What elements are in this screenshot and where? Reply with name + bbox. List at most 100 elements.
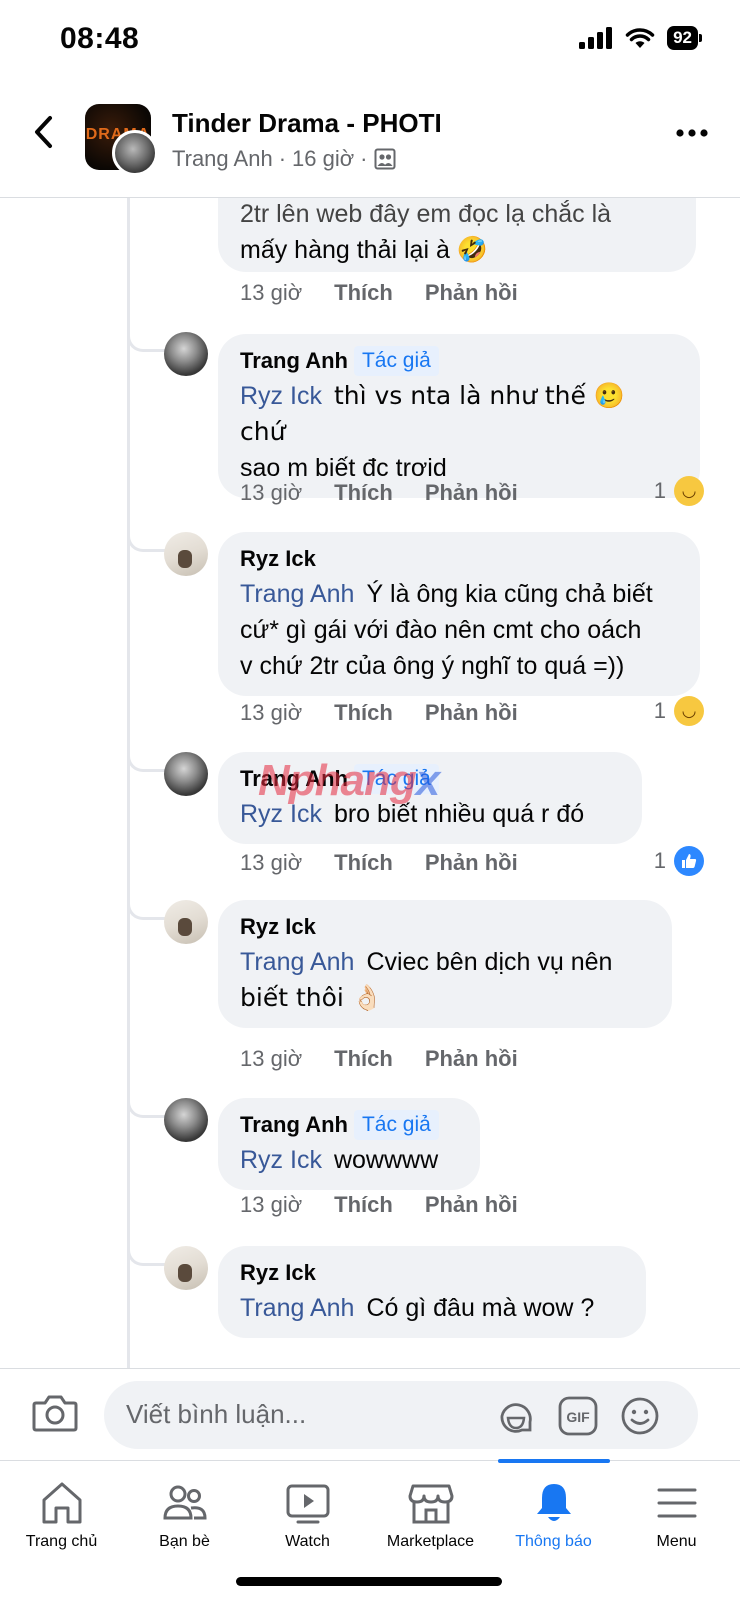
reply-button[interactable]: Phản hồi xyxy=(425,1046,518,1072)
thread-connector xyxy=(127,332,165,352)
comment-bubble[interactable]: Ryz Ick Trang Anh Có gì đâu mà wow ? xyxy=(218,1246,646,1338)
meta-separator: · xyxy=(278,146,287,171)
gif-button[interactable]: GIF xyxy=(558,1396,598,1436)
nav-menu[interactable]: Menu xyxy=(615,1461,738,1561)
avatar[interactable] xyxy=(164,532,208,576)
reaction-summary[interactable]: 1 xyxy=(654,846,704,876)
nav-label: Bạn bè xyxy=(159,1533,210,1550)
comment-actions: 13 giờ Thích Phản hồi xyxy=(240,280,518,306)
chevron-left-icon xyxy=(35,116,52,148)
comment-text: wowwww xyxy=(333,1146,439,1174)
camera-button[interactable] xyxy=(32,1393,78,1437)
marketplace-icon xyxy=(407,1479,455,1527)
mention-link[interactable]: Ryz Ick xyxy=(240,1146,322,1174)
avatar[interactable] xyxy=(164,752,208,796)
smiley-icon xyxy=(621,1397,659,1435)
mention-link[interactable]: Trang Anh xyxy=(240,1294,354,1322)
bottom-navigation: Trang chủ Bạn bè Watch Marketplace Thông… xyxy=(0,1459,740,1600)
svg-text:GIF: GIF xyxy=(566,1409,590,1425)
comment-bubble[interactable]: 2tr lên web đây em đọc lạ chắc là mấy hà… xyxy=(218,198,696,272)
mention-link[interactable]: Trang Anh xyxy=(240,948,354,976)
reply-button[interactable]: Phản hồi xyxy=(425,280,518,306)
comment-composer: Viết bình luận... GIF xyxy=(0,1368,740,1460)
home-indicator[interactable] xyxy=(236,1577,502,1586)
comment-bubble[interactable]: Trang Anh Tác giả Ryz Ick wowwww xyxy=(218,1098,480,1190)
home-icon xyxy=(38,1479,86,1527)
comment-text-line1: Trang Anh Có gì đâu mà wow ? xyxy=(240,1290,624,1326)
post-author[interactable]: Trang Anh xyxy=(172,146,273,172)
comment-text-line1: Trang Anh Cviec bên dịch vụ nên xyxy=(240,944,650,980)
author-badge: Tác giả xyxy=(353,346,439,376)
nav-friends[interactable]: Bạn bè xyxy=(123,1461,246,1561)
wifi-icon xyxy=(625,28,655,48)
author-name[interactable]: Ryz Ick xyxy=(240,546,316,572)
nav-marketplace[interactable]: Marketplace xyxy=(369,1461,492,1561)
like-button[interactable]: Thích xyxy=(334,280,393,306)
watermark-logo: Nphangx xyxy=(258,756,440,806)
comment-input[interactable]: Viết bình luận... GIF xyxy=(104,1381,698,1449)
avatar-sticker-button[interactable] xyxy=(496,1396,536,1436)
post-time: 16 giờ xyxy=(292,146,355,171)
like-button[interactable]: Thích xyxy=(334,1192,393,1218)
comment-actions: 13 giờ Thích Phản hồi xyxy=(240,1046,518,1072)
thread-connector xyxy=(127,1246,165,1266)
reaction-summary[interactable]: 1 ◡ xyxy=(654,696,704,726)
author-badge: Tác giả xyxy=(353,1110,439,1140)
comment-text-line2: cứ* gì gái với đào nên cmt cho oách xyxy=(240,616,642,644)
status-time: 08:48 xyxy=(60,22,140,55)
more-options-button[interactable] xyxy=(672,118,712,148)
nav-home[interactable]: Trang chủ xyxy=(0,1461,123,1561)
haha-reaction-icon: ◡ xyxy=(674,696,704,726)
author-name[interactable]: Trang Anh xyxy=(240,1112,348,1138)
comment-text: Cviec bên dịch vụ nên xyxy=(366,948,613,976)
mention-link[interactable]: Ryz Ick xyxy=(240,382,322,410)
comment-text: Ý là ông kia cũng chả biết xyxy=(366,580,653,608)
like-button[interactable]: Thích xyxy=(334,850,393,876)
author-name[interactable]: Ryz Ick xyxy=(240,1260,316,1286)
comment-author: Ryz Ick xyxy=(240,542,678,576)
reply-button[interactable]: Phản hồi xyxy=(425,1192,518,1218)
gif-icon: GIF xyxy=(558,1396,598,1436)
mention-link[interactable]: Trang Anh xyxy=(240,580,354,608)
signal-icon xyxy=(579,27,613,49)
like-button[interactable]: Thích xyxy=(334,480,393,506)
like-button[interactable]: Thích xyxy=(334,700,393,726)
thread-connector xyxy=(127,532,165,552)
author-avatar[interactable] xyxy=(112,130,158,176)
reaction-summary[interactable]: 1 ◡ xyxy=(654,476,704,506)
comment-text-line1: Trang Anh Ý là ông kia cũng chả biết xyxy=(240,576,678,612)
reply-button[interactable]: Phản hồi xyxy=(425,480,518,506)
comment-bubble[interactable]: Trang Anh Tác giả Ryz Ick thì vs nta là nh… xyxy=(218,334,700,498)
battery-level: 92 xyxy=(667,26,698,50)
reply-button[interactable]: Phản hồi xyxy=(425,700,518,726)
comment-author: Ryz Ick xyxy=(240,910,650,944)
friends-icon xyxy=(161,1479,209,1527)
reply-button[interactable]: Phản hồi xyxy=(425,850,518,876)
thread-connector xyxy=(127,1098,165,1118)
emoji-button[interactable] xyxy=(620,1396,660,1436)
avatar[interactable] xyxy=(164,332,208,376)
comment-actions: 13 giờ Thích Phản hồi xyxy=(240,480,518,506)
comment-author: Ryz Ick xyxy=(240,1256,624,1290)
comment-input-placeholder: Viết bình luận... xyxy=(126,1399,307,1429)
comment-bubble[interactable]: Ryz Ick Trang Anh Cviec bên dịch vụ nên b… xyxy=(218,900,672,1028)
author-name[interactable]: Trang Anh xyxy=(240,348,348,374)
nav-watch[interactable]: Watch xyxy=(246,1461,369,1561)
comment-time: 13 giờ xyxy=(240,480,303,505)
like-button[interactable]: Thích xyxy=(334,1046,393,1072)
comment-time: 13 giờ xyxy=(240,280,303,305)
avatar[interactable] xyxy=(164,1098,208,1142)
back-button[interactable] xyxy=(28,112,58,152)
author-name[interactable]: Ryz Ick xyxy=(240,914,316,940)
thread-connector xyxy=(127,900,165,920)
group-privacy-icon xyxy=(374,148,395,170)
avatar[interactable] xyxy=(164,1246,208,1290)
nav-notifications[interactable]: Thông báo xyxy=(492,1461,615,1561)
comment-time: 13 giờ xyxy=(240,1046,303,1071)
comment-bubble[interactable]: Ryz Ick Trang Anh Ý là ông kia cũng chả b… xyxy=(218,532,700,696)
camera-icon xyxy=(32,1395,78,1432)
avatar[interactable] xyxy=(164,900,208,944)
rofl-emoji: 🤣 xyxy=(456,235,488,264)
status-icons: 92 xyxy=(579,26,702,50)
group-title[interactable]: Tinder Drama - PHOTI xyxy=(172,108,442,139)
